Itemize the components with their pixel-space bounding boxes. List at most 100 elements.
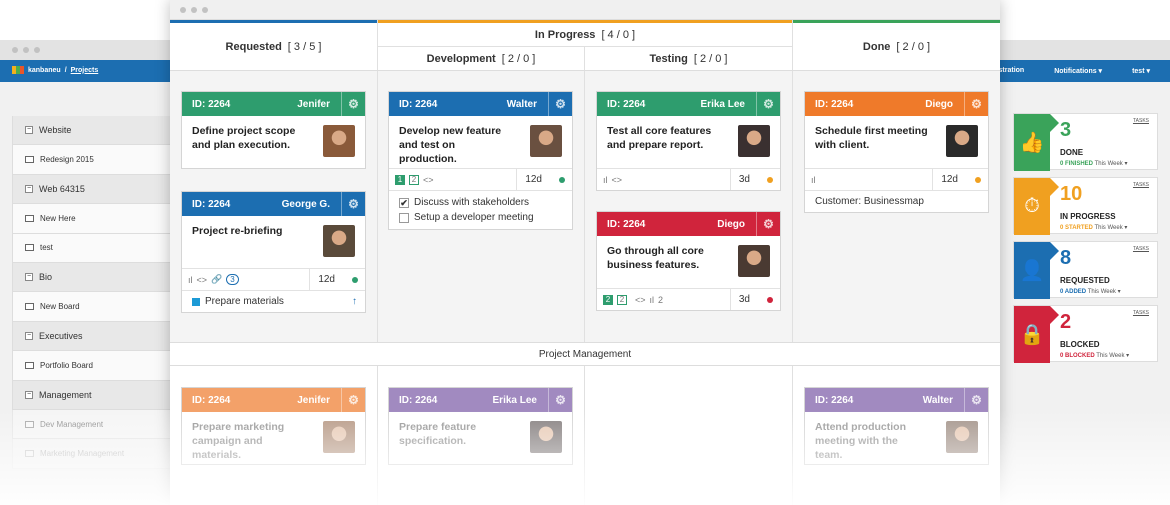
card-header: ID: 2264 Diego ⚙	[597, 212, 780, 236]
column-header-in-progress[interactable]: In Progress[ 4 / 0 ]	[378, 23, 792, 46]
step-indicator: 2	[617, 294, 627, 305]
stat-card[interactable]: 🔒 2 BLOCKED 0 BLOCKED This Week ▾ TASKS	[1013, 305, 1158, 363]
checkbox[interactable]: ✔	[399, 197, 409, 208]
nav-user[interactable]: test ▾	[1132, 67, 1150, 75]
sidebar-label: test	[40, 243, 53, 253]
due-date[interactable]: 12d	[309, 269, 343, 290]
card-id: ID: 2264	[192, 98, 231, 110]
sidebar-label: New Here	[40, 213, 76, 223]
avatar	[323, 225, 355, 257]
card-id: ID: 2264	[815, 394, 854, 406]
gear-icon[interactable]: ⚙	[341, 192, 365, 216]
due-date[interactable]: 3d	[729, 169, 758, 190]
sidebar-workspace[interactable]: − Management	[12, 380, 170, 410]
stat-label: IN PROGRESS	[1060, 212, 1116, 221]
column-header-requested[interactable]: Requested[ 3 / 5 ]	[170, 23, 377, 70]
column-header-testing[interactable]: Testing[ 2 / 0 ]	[585, 47, 792, 70]
sidebar-workspace[interactable]: − Website	[12, 116, 170, 146]
due-date[interactable]: 3d	[729, 289, 758, 310]
gear-icon[interactable]: ⚙	[964, 92, 988, 116]
code-icon: <>	[196, 274, 208, 285]
brand-name: kanbaneu	[28, 66, 61, 74]
nav-notifications[interactable]: Notifications ▾	[1054, 67, 1102, 75]
checklist: ✔ Discuss with stakeholders Setup a develo…	[389, 190, 572, 229]
badge[interactable]: 3	[226, 274, 239, 285]
card-header: ID: 2264 Jenifer ⚙	[182, 388, 365, 412]
checklist-item[interactable]: Setup a developer meeting	[399, 210, 562, 225]
collapse-icon[interactable]: −	[25, 184, 33, 193]
card-owner: Jenifer	[297, 98, 330, 110]
task-card[interactable]: ID: 2264 Walter ⚙ Develop new feature an…	[388, 91, 573, 230]
stat-number: 3	[1060, 119, 1072, 141]
brand[interactable]: kanbaneu / Projects	[12, 66, 98, 74]
sidebar-board[interactable]: Portfolio Board	[12, 351, 170, 381]
link-icon: 🔗	[211, 274, 223, 284]
task-card[interactable]: ID: 2264 Jenifer ⚙ Define project scope …	[181, 91, 366, 169]
column-header-done[interactable]: Done[ 2 / 0 ]	[793, 23, 1000, 70]
gear-icon[interactable]: ⚙	[548, 92, 572, 116]
sidebar-board[interactable]: New Here	[12, 204, 170, 234]
card-id: ID: 2264	[607, 98, 646, 110]
stat-icon: ⏱	[1014, 178, 1050, 235]
logo-icon	[12, 66, 24, 74]
card-id: ID: 2264	[192, 198, 231, 210]
gear-icon[interactable]: ⚙	[756, 212, 780, 236]
tasks-link[interactable]: TASKS	[1133, 118, 1149, 124]
tasks-link[interactable]: TASKS	[1133, 246, 1149, 252]
tasks-link[interactable]: TASKS	[1133, 310, 1149, 316]
task-card[interactable]: ID: 2264 Erika Lee ⚙ Test all core featu…	[596, 91, 781, 191]
card-id: ID: 2264	[192, 394, 231, 406]
card-footer: ıl <> 🔗 3 12d	[182, 268, 365, 290]
period-dropdown[interactable]: This Week ▾	[1094, 225, 1127, 231]
gear-icon[interactable]: ⚙	[548, 388, 572, 412]
collapse-icon[interactable]: −	[25, 126, 33, 135]
sidebar-board[interactable]: test	[12, 233, 170, 263]
card-header: ID: 2264 Erika Lee ⚙	[597, 92, 780, 116]
sidebar-workspace[interactable]: − Executives	[12, 321, 170, 352]
sidebar-workspace[interactable]: − Bio	[12, 262, 170, 293]
checklist-item[interactable]: ✔ Discuss with stakeholders	[399, 195, 562, 210]
period-dropdown[interactable]: This Week ▾	[1088, 289, 1121, 295]
sidebar-board[interactable]: Redesign 2015	[12, 145, 170, 175]
task-card[interactable]: ID: 2264 George G. ⚙ Project re-briefing…	[181, 191, 366, 313]
gear-icon[interactable]: ⚙	[756, 92, 780, 116]
gear-icon[interactable]: ⚙	[964, 388, 988, 412]
stat-sub: 0 BLOCKED This Week ▾	[1060, 353, 1130, 359]
sidebar-board[interactable]: New Board	[12, 292, 170, 322]
due-date[interactable]: 12d	[932, 169, 966, 190]
board-window-titlebar	[170, 0, 1000, 20]
sidebar-workspace[interactable]: − Web 64315	[12, 174, 170, 205]
tasks-link[interactable]: TASKS	[1133, 182, 1149, 188]
swimlane-project-management[interactable]: Project Management	[170, 342, 1000, 366]
collapse-icon[interactable]: −	[25, 273, 33, 282]
breadcrumb-projects[interactable]: Projects	[71, 67, 99, 74]
period-dropdown[interactable]: This Week ▾	[1096, 353, 1129, 359]
sidebar-label: Executives	[39, 330, 83, 341]
task-card[interactable]: ID: 2264 Diego ⚙ Go through all core bus…	[596, 211, 781, 311]
column-header-development[interactable]: Development[ 2 / 0 ]	[378, 47, 584, 70]
stat-card[interactable]: ⏱ 10 IN PROGRESS 0 STARTED This Week ▾ T…	[1013, 177, 1158, 235]
bar-chart-icon: ıl	[603, 174, 608, 185]
sidebar-label: Web 64315	[39, 183, 85, 194]
gear-icon[interactable]: ⚙	[341, 92, 365, 116]
step-indicator: 2	[603, 294, 613, 305]
task-card[interactable]: ID: 2264 Diego ⚙ Schedule first meeting …	[804, 91, 989, 213]
avatar	[530, 125, 562, 157]
stat-arrow	[1050, 178, 1059, 196]
stats-panel: 👍 3 DONE 0 FINISHED This Week ▾ TASKS ⏱ 1…	[1013, 113, 1158, 369]
period-dropdown[interactable]: This Week ▾	[1095, 161, 1128, 167]
card-owner: Erika Lee	[492, 394, 537, 406]
due-date[interactable]: 12d	[516, 169, 550, 190]
subtask-row[interactable]: Prepare materials ↑	[182, 290, 365, 312]
board-icon	[25, 303, 34, 311]
collapse-icon[interactable]: −	[25, 390, 33, 399]
checkbox[interactable]	[399, 212, 409, 223]
gear-icon[interactable]: ⚙	[341, 388, 365, 412]
collapse-icon[interactable]: −	[25, 331, 33, 340]
card-footer: ıl <> 3d	[597, 168, 780, 190]
card-id: ID: 2264	[399, 394, 438, 406]
stat-card[interactable]: 👍 3 DONE 0 FINISHED This Week ▾ TASKS	[1013, 113, 1158, 171]
subtask-label: Prepare materials	[205, 296, 284, 307]
stat-card[interactable]: 👤 8 REQUESTED 0 ADDED This Week ▾ TASKS	[1013, 241, 1158, 299]
card-id: ID: 2264	[815, 98, 854, 110]
